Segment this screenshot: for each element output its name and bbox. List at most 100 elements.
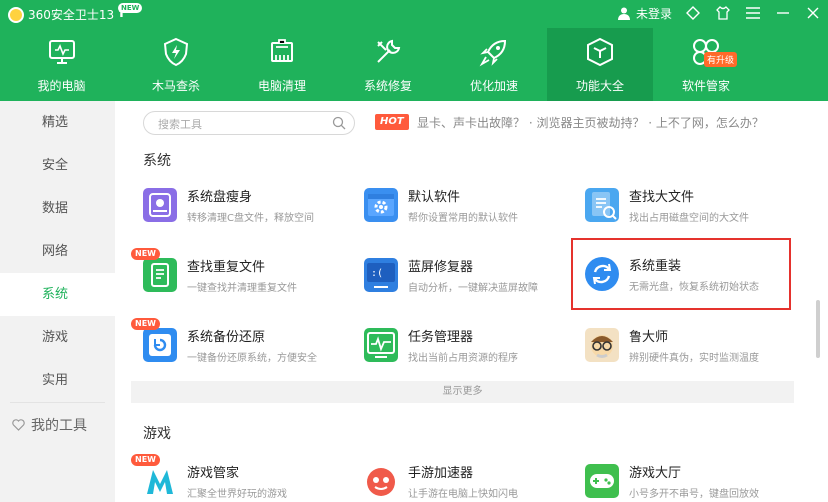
tool-desc: 汇聚全世界好玩的游戏 [187,489,287,500]
tool-find-large-files[interactable]: 查找大文件 找出占用磁盘空间的大文件 [573,177,788,233]
nav-my-computer[interactable]: 我的电脑 [0,28,123,101]
tool-game-manager[interactable]: NEW 游戏管家 汇聚全世界好玩的游戏 [131,453,346,502]
new-badge: NEW [131,454,160,466]
tool-system-backup-restore[interactable]: NEW 系统备份还原 一键备份还原系统，方便安全 [131,317,346,373]
brand[interactable]: 360安全卫士13 ⬆ [8,6,126,23]
tool-desc: 小号多开不串号，键盘回放效 [629,489,759,500]
tool-desc: 找出当前占用资源的程序 [408,353,518,364]
tool-find-duplicate-files[interactable]: NEW 查找重复文件 一键查找并清理重复文件 [131,247,346,303]
close-icon[interactable] [804,4,822,22]
shield-icon [163,37,189,67]
app-window: 360安全卫士13 ⬆ NEW 未登录 我的电脑 木马查杀 电脑清理 系统修复 … [0,0,828,502]
sidebar: 精选 安全 数据 网络 系统 游戏 实用 我的工具 [0,101,115,502]
sidebar-item-security[interactable]: 安全 [0,144,115,187]
sidebar-item-games[interactable]: 游戏 [0,316,115,359]
nav-label: 软件管家 [681,79,730,93]
tool-desc: 辨别硬件真伪，实时监测温度 [629,353,759,364]
tool-title: 游戏管家 [187,466,240,481]
disk-icon [143,188,177,222]
tool-title: 系统重装 [629,259,682,274]
tool-title: 任务管理器 [408,330,474,345]
tool-text: 系统重装 无需光盘，恢复系统初始状态 [629,255,759,293]
shirt-icon[interactable] [714,4,732,22]
upgrade-badge: 有升级 [703,52,737,67]
tool-text: 鲁大师 辨别硬件真伪，实时监测温度 [629,326,759,364]
monitor-icon [48,40,75,64]
gamepad-icon [585,464,619,498]
window-controls: 未登录 [617,4,822,22]
nav-trojan-scan[interactable]: 木马查杀 [123,28,229,101]
tool-text: 游戏大厅 小号多开不串号，键盘回放效 [629,462,759,500]
menu-icon[interactable] [744,4,762,22]
refresh-icon [585,257,619,291]
rocket-icon [479,39,507,67]
nav-software-manager[interactable]: 有升级 软件管家 [653,28,759,101]
tool-ludashi[interactable]: 鲁大师 辨别硬件真伪，实时监测温度 [573,317,788,373]
header: 360安全卫士13 ⬆ NEW 未登录 我的电脑 木马查杀 电脑清理 系统修复 … [0,0,828,101]
section-title-system: 系统 [143,153,171,169]
tool-title: 默认软件 [408,190,461,205]
wrench-icon [377,39,401,63]
new-badge: NEW [131,318,160,330]
tool-text: 任务管理器 找出当前占用资源的程序 [408,326,518,364]
hot-topics-link[interactable]: 显卡、声卡出故障？ · 浏览器主页被劫持？ · 上不了网，怎么办？ [417,114,764,131]
nav-all-features[interactable]: 功能大全 [547,28,653,101]
tool-default-software[interactable]: 默认软件 帮你设置常用的默认软件 [352,177,567,233]
tool-title: 查找重复文件 [187,260,266,275]
tool-game-lobby[interactable]: 游戏大厅 小号多开不串号，键盘回放效 [573,453,788,502]
duplicate-file-icon: NEW [131,248,177,292]
logo-icon [8,6,24,23]
tool-text: 系统备份还原 一键备份还原系统，方便安全 [187,326,317,364]
scrollbar[interactable] [816,300,820,358]
tool-desc: 自动分析，一键解决蓝屏故障 [408,283,538,294]
sidebar-item-utility[interactable]: 实用 [0,359,115,402]
show-more-button[interactable]: 显示更多 [131,381,794,403]
tool-desc: 帮你设置常用的默认软件 [408,213,518,224]
nav-system-repair[interactable]: 系统修复 [335,28,441,101]
skin-icon[interactable] [684,4,702,22]
tool-desc: 转移清理C盘文件，释放空间 [187,213,314,224]
tool-desc: 让手游在电脑上快如闪电 [408,489,518,500]
sidebar-my-tools[interactable]: 我的工具 [0,403,115,447]
game-manager-icon: NEW [131,454,177,498]
nav-cleanup[interactable]: 电脑清理 [229,28,335,101]
task-monitor-icon [364,328,398,362]
nav-optimize[interactable]: 优化加速 [441,28,547,101]
file-search-icon [585,188,619,222]
tool-title: 蓝屏修复器 [408,260,474,275]
tool-desc: 找出占用磁盘空间的大文件 [629,213,749,224]
ludashi-icon [585,328,619,362]
sidebar-item-data[interactable]: 数据 [0,187,115,230]
backup-icon: NEW [131,318,177,362]
search-input[interactable]: 搜索工具 [143,111,355,135]
tool-text: 默认软件 帮你设置常用的默认软件 [408,186,518,224]
mobile-game-icon [364,464,398,498]
tool-title: 查找大文件 [629,190,695,205]
sidebar-item-network[interactable]: 网络 [0,230,115,273]
search-icon[interactable] [332,116,346,130]
search-placeholder: 搜索工具 [158,118,202,131]
tool-title: 系统盘瘦身 [187,190,253,205]
tool-desc: 一键查找并清理重复文件 [187,283,297,294]
sidebar-item-system[interactable]: 系统 [0,273,115,316]
broom-icon [271,39,293,62]
app-title: 360安全卫士13 [28,8,115,22]
tool-system-disk-slim[interactable]: 系统盘瘦身 转移清理C盘文件，释放空间 [131,177,346,233]
tool-text: 游戏管家 汇聚全世界好玩的游戏 [187,462,287,500]
my-tools-label: 我的工具 [31,418,87,434]
minimize-icon[interactable] [774,4,792,22]
tool-bluescreen-repair[interactable]: :( 蓝屏修复器 自动分析，一键解决蓝屏故障 [352,247,567,303]
sidebar-item-featured[interactable]: 精选 [0,101,115,144]
tool-title: 游戏大厅 [629,466,682,481]
update-badge: NEW [118,3,143,13]
heart-icon [12,419,25,431]
tool-task-manager[interactable]: 任务管理器 找出当前占用资源的程序 [352,317,567,373]
tool-mobile-game-booster[interactable]: 手游加速器 让手游在电脑上快如闪电 [352,453,567,502]
login-label: 未登录 [635,6,672,21]
tool-text: 手游加速器 让手游在电脑上快如闪电 [408,462,518,500]
hot-tag: HOT [375,114,409,130]
tool-system-reinstall[interactable]: 系统重装 无需光盘，恢复系统初始状态 [571,238,791,310]
login-button[interactable]: 未登录 [617,5,672,22]
tool-text: 查找大文件 找出占用磁盘空间的大文件 [629,186,749,224]
nav-label: 木马查杀 [151,79,200,93]
